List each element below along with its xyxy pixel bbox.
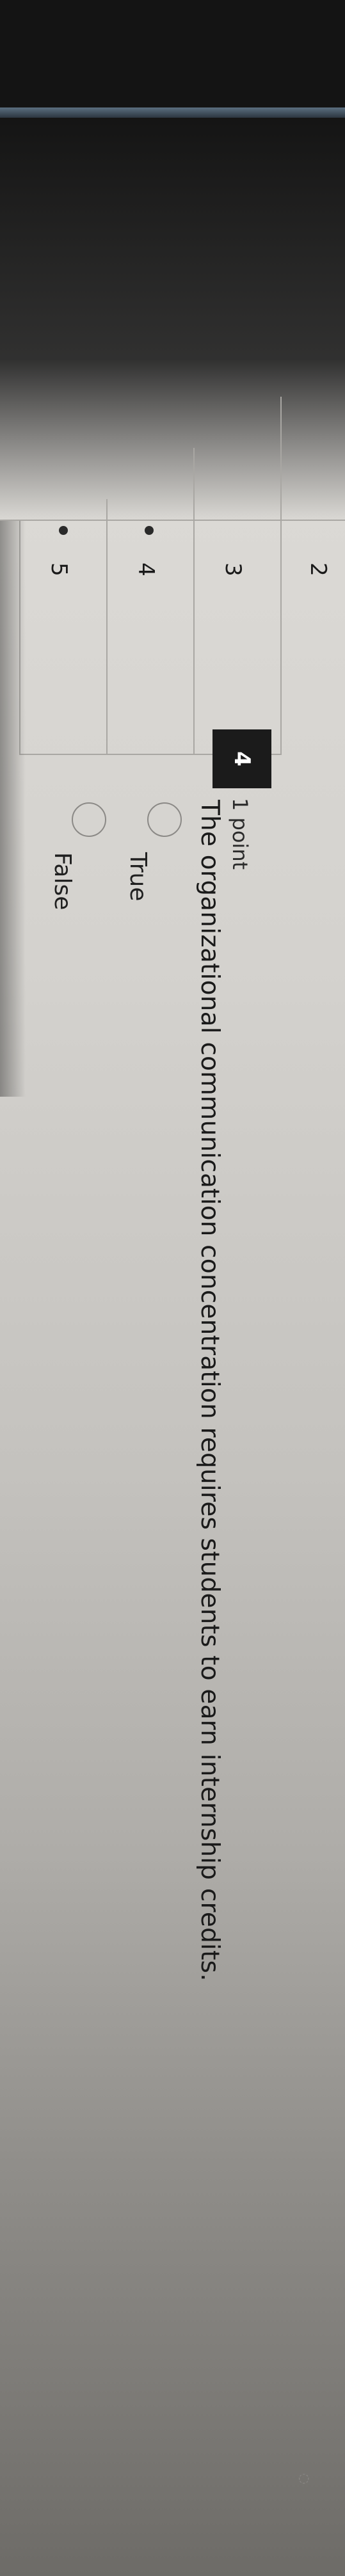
radio-button[interactable]: [147, 802, 182, 837]
navigator-item-4[interactable]: 4: [133, 557, 159, 582]
navigator-item-2[interactable]: 2: [305, 557, 331, 582]
corner-mark-icon: ◌: [297, 2473, 313, 2485]
navigator-divider: [0, 520, 345, 521]
option-label: True: [125, 852, 151, 902]
question-number-badge: 4: [213, 729, 271, 788]
window-frame-top: [0, 0, 345, 107]
navigator-item-3[interactable]: 3: [220, 557, 246, 582]
question-number: 4: [229, 751, 255, 767]
navigator-item-5[interactable]: 5: [46, 557, 72, 582]
question-points: 1 point: [228, 798, 252, 870]
navigator-divider: [193, 448, 195, 755]
navigator-divider: [106, 499, 108, 755]
question-text: The organizational communication concent…: [195, 800, 224, 1982]
option-label: False: [49, 852, 76, 910]
screen-shadow: [0, 118, 345, 521]
radio-button[interactable]: [72, 802, 106, 837]
screen-shadow-left: [0, 521, 26, 1097]
navigator-divider: [280, 397, 282, 755]
answered-indicator: [59, 526, 68, 535]
screen-bezel: [0, 107, 345, 118]
current-question-indicator: [145, 526, 154, 535]
